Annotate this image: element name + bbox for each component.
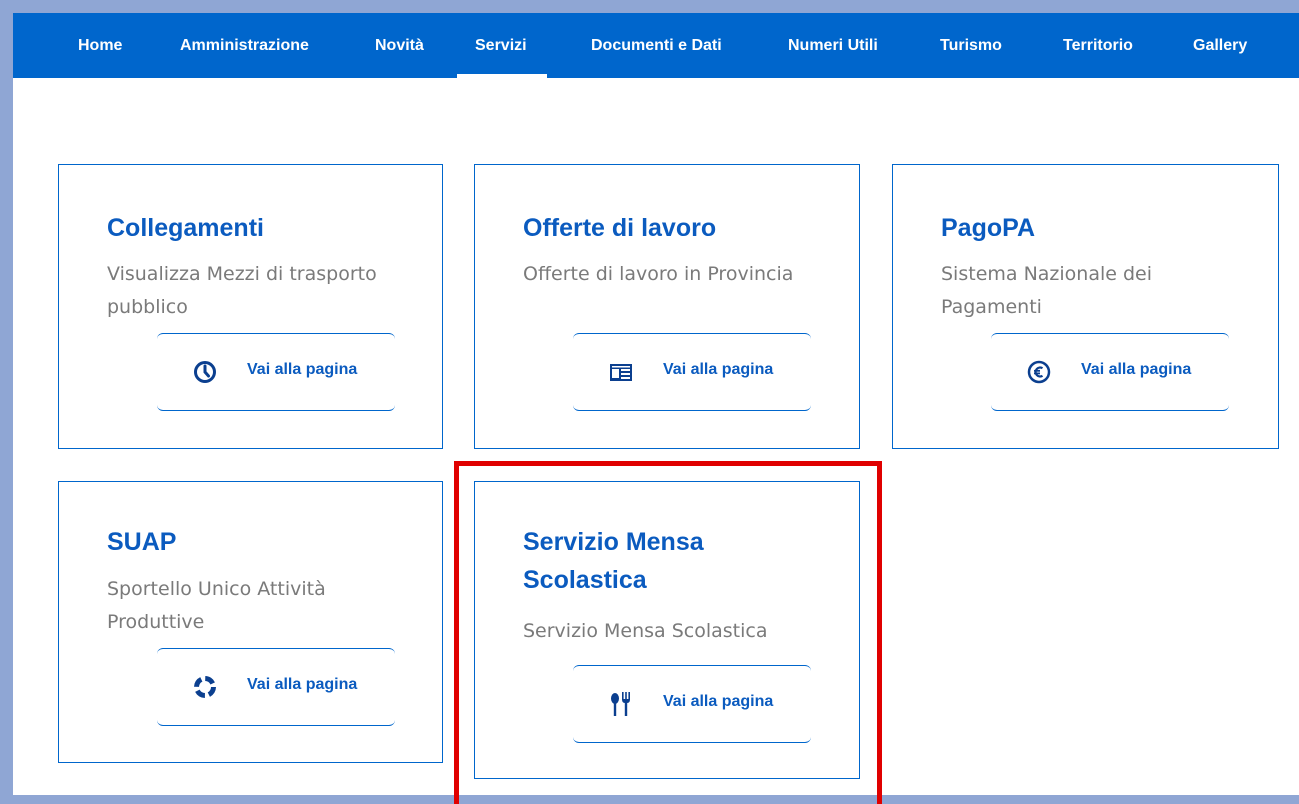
newspaper-icon — [609, 360, 633, 384]
card-link-button[interactable]: Vai alla pagina — [573, 333, 811, 411]
frame-bottom — [0, 795, 1299, 804]
card-title[interactable]: Offerte di lavoro — [523, 209, 716, 247]
service-card-suap: SUAP Sportello Unico Attività Produttive… — [58, 481, 443, 763]
card-link-button[interactable]: Vai alla pagina — [991, 333, 1229, 411]
nav-item-gallery[interactable]: Gallery — [1193, 13, 1247, 78]
card-link-label: Vai alla pagina — [663, 361, 774, 378]
service-card-collegamenti: Collegamenti Visualizza Mezzi di traspor… — [58, 164, 443, 449]
service-card-servizio-mensa-scolastica: Servizio Mensa Scolastica Servizio Mensa… — [474, 481, 860, 779]
nav-item-home[interactable]: Home — [78, 13, 122, 78]
nav-item-documenti-e-dati[interactable]: Documenti e Dati — [591, 13, 722, 78]
frame-top — [0, 0, 1299, 13]
card-link-button[interactable]: Vai alla pagina — [157, 333, 395, 411]
card-title[interactable]: Collegamenti — [107, 209, 264, 247]
frame-left — [0, 0, 13, 804]
lifebuoy-icon — [193, 675, 217, 699]
service-card-pagopa: PagoPA Sistema Nazionale dei Pagamenti V… — [892, 164, 1279, 449]
card-description: Sportello Unico Attività Produttive — [107, 578, 326, 633]
service-card-offerte-di-lavoro: Offerte di lavoro Offerte di lavoro in P… — [474, 164, 860, 449]
euro-icon — [1027, 360, 1051, 384]
nav-item-territorio[interactable]: Territorio — [1063, 13, 1133, 78]
main-navbar: Home Amministrazione Novità Servizi Docu… — [13, 13, 1299, 78]
card-link-button[interactable]: Vai alla pagina — [573, 665, 811, 743]
card-link-label: Vai alla pagina — [663, 693, 774, 710]
card-link-label: Vai alla pagina — [247, 676, 358, 693]
card-link-label: Vai alla pagina — [1081, 361, 1192, 378]
card-description: Offerte di lavoro in Provincia — [523, 263, 794, 285]
card-link-label: Vai alla pagina — [247, 361, 358, 378]
card-link-button[interactable]: Vai alla pagina — [157, 648, 395, 726]
nav-item-numeri-utili[interactable]: Numeri Utili — [788, 13, 878, 78]
clock-icon — [193, 360, 217, 384]
card-description: Visualizza Mezzi di trasporto pubblico — [107, 263, 377, 318]
card-title[interactable]: Servizio Mensa Scolastica — [523, 523, 823, 599]
card-title[interactable]: PagoPA — [941, 209, 1035, 247]
card-description: Sistema Nazionale dei Pagamenti — [941, 263, 1153, 318]
cutlery-icon — [609, 692, 633, 716]
nav-item-servizi[interactable]: Servizi — [457, 13, 547, 78]
nav-item-novita[interactable]: Novità — [375, 13, 424, 78]
card-title[interactable]: SUAP — [107, 523, 176, 561]
nav-item-amministrazione[interactable]: Amministrazione — [180, 13, 309, 78]
card-description: Servizio Mensa Scolastica — [523, 620, 768, 642]
nav-item-turismo[interactable]: Turismo — [940, 13, 1002, 78]
